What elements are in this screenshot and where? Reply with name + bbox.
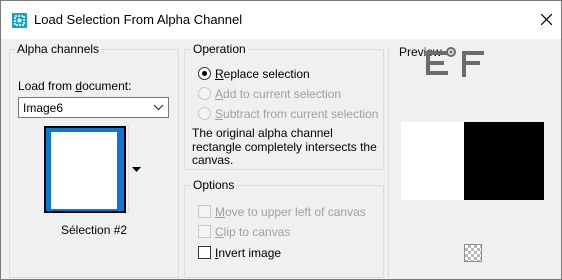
invert-image-label: Invert image — [215, 246, 282, 260]
preview-black-area — [464, 122, 544, 200]
chevron-down-icon — [153, 104, 164, 111]
channel-thumbnail-image — [51, 132, 117, 209]
document-select-value: Image6 — [23, 101, 64, 115]
document-select[interactable]: Image6 — [18, 97, 169, 118]
preview-separator — [388, 49, 389, 278]
load-from-document-label: Load from document: — [18, 79, 132, 93]
clip-to-canvas-checkbox[interactable] — [198, 225, 211, 238]
clip-to-canvas-label: Clip to canvas — [215, 225, 291, 239]
operation-description-line-1: The original alpha channel — [192, 126, 333, 140]
operation-description-line-2: rectangle completely intersects the — [192, 140, 377, 154]
preview-canvas — [401, 122, 544, 200]
title-bar: Load Selection From Alpha Channel — [1, 1, 561, 39]
window-title: Load Selection From Alpha Channel — [34, 12, 243, 27]
selection-caption: Sélection #2 — [61, 223, 128, 237]
options-label: Options — [191, 178, 237, 192]
operation-description-line-3: canvas. — [192, 153, 234, 167]
move-upper-left-checkbox[interactable] — [198, 205, 211, 218]
replace-selection-label: Replace selection — [215, 67, 310, 81]
move-upper-left-label: Move to upper left of canvas — [215, 205, 366, 219]
channel-thumbnail[interactable] — [44, 126, 126, 213]
dropdown-arrow-icon — [132, 167, 141, 172]
dialog-window: Load Selection From Alpha Channel Alpha … — [0, 0, 562, 280]
replace-selection-radio[interactable] — [198, 67, 211, 80]
alpha-channels-label: Alpha channels — [15, 42, 102, 56]
close-button[interactable] — [538, 11, 554, 27]
preview-white-area — [401, 122, 464, 200]
channel-picker-button[interactable] — [128, 126, 143, 213]
close-icon — [540, 13, 552, 25]
subtract-selection-label: Subtract from current selection — [215, 107, 379, 121]
checkerboard-icon[interactable] — [464, 244, 482, 262]
subtract-selection-radio[interactable] — [198, 107, 211, 120]
invert-image-checkbox[interactable] — [198, 246, 211, 259]
selection-app-icon — [12, 13, 27, 28]
ef-watermark-logo — [426, 47, 484, 77]
add-to-selection-label: Add to current selection — [215, 87, 342, 101]
add-to-selection-radio[interactable] — [198, 87, 211, 100]
operation-label: Operation — [191, 42, 248, 56]
